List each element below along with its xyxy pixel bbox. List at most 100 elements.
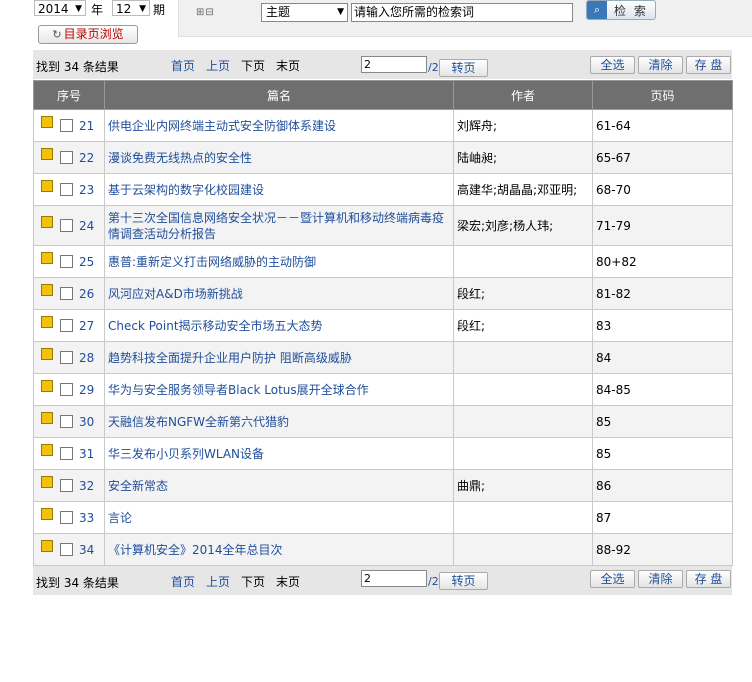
row-title-cell: 趋势科技全面提升企业用户防护 阻断高级威胁: [104, 341, 454, 374]
row-pages-cell: 81-82: [592, 277, 733, 310]
row-number: 33: [79, 510, 95, 525]
article-title-link[interactable]: 风河应对A&D市场新挑战: [108, 287, 243, 301]
result-count: 找到 34 条结果: [36, 60, 119, 74]
select-all-button[interactable]: 全选: [590, 570, 635, 588]
row-title-cell: Check Point揭示移动安全市场五大态势: [104, 309, 454, 342]
article-title-link[interactable]: 惠普:重新定义打击网络威胁的主动防御: [108, 255, 316, 269]
row-checkbox[interactable]: [60, 414, 73, 428]
row-pages-cell: 71-79: [592, 205, 733, 246]
article-title-link[interactable]: 华为与安全服务领导者Black Lotus展开全球合作: [108, 383, 369, 397]
search-field-value: 主题: [266, 5, 291, 19]
search-button[interactable]: ⌕ 检 索: [586, 0, 656, 20]
first-page-link[interactable]: 首页: [171, 573, 195, 590]
row-author-cell: [453, 341, 593, 374]
go-page-button[interactable]: 转页: [439, 59, 488, 77]
row-title-cell: 惠普:重新定义打击网络威胁的主动防御: [104, 245, 454, 278]
document-icon[interactable]: [41, 507, 53, 520]
row-number: 34: [79, 542, 95, 557]
row-number: 21: [79, 118, 95, 133]
document-icon[interactable]: [41, 315, 53, 328]
article-title-link[interactable]: 华三发布小贝系列WLAN设备: [108, 447, 264, 461]
row-pages-cell: 86: [592, 469, 733, 502]
article-title-link[interactable]: 《计算机安全》2014全年总目次: [108, 543, 283, 557]
row-author-cell: [453, 437, 593, 470]
row-title-cell: 华为与安全服务领导者Black Lotus展开全球合作: [104, 373, 454, 406]
search-field-select[interactable]: 主题 ▼: [261, 3, 348, 22]
article-title-link[interactable]: 供电企业内网终端主动式安全防御体系建设: [108, 119, 336, 133]
document-icon[interactable]: [41, 283, 53, 296]
article-title-link[interactable]: 基于云架构的数字化校园建设: [108, 183, 264, 197]
table-row: 31 华三发布小贝系列WLAN设备 85: [33, 437, 733, 470]
row-checkbox[interactable]: [60, 350, 73, 364]
document-icon[interactable]: [41, 147, 53, 160]
row-author-cell: 段红;: [453, 277, 593, 310]
document-icon[interactable]: [41, 379, 53, 392]
row-checkbox[interactable]: [60, 118, 73, 132]
document-icon[interactable]: [41, 115, 53, 128]
document-icon[interactable]: [41, 475, 53, 488]
row-checkbox[interactable]: [60, 382, 73, 396]
row-checkbox[interactable]: [60, 478, 73, 492]
prev-page-link[interactable]: 上页: [206, 573, 230, 590]
document-icon[interactable]: [41, 251, 53, 264]
row-pages-cell: 85: [592, 405, 733, 438]
row-title-cell: 漫谈免费无线热点的安全性: [104, 141, 454, 174]
row-author-cell: 梁宏;刘彦;杨人玮;: [453, 205, 593, 246]
clear-button[interactable]: 清除: [638, 570, 683, 588]
article-title-link[interactable]: 趋势科技全面提升企业用户防护 阻断高级威胁: [108, 351, 352, 365]
row-checkbox[interactable]: [60, 218, 73, 232]
table-row: 28 趋势科技全面提升企业用户防护 阻断高级威胁 84: [33, 341, 733, 374]
clear-button[interactable]: 清除: [638, 56, 683, 74]
row-title-cell: 华三发布小贝系列WLAN设备: [104, 437, 454, 470]
page-number-input[interactable]: 2: [361, 56, 427, 73]
row-pages-cell: 61-64: [592, 109, 733, 142]
issue-label: 期: [153, 3, 166, 17]
document-icon[interactable]: [41, 215, 53, 228]
row-author-cell: 刘辉舟;: [453, 109, 593, 142]
issue-select[interactable]: 12 ▼: [112, 0, 150, 16]
row-checkbox[interactable]: [60, 510, 73, 524]
row-pages-cell: 65-67: [592, 141, 733, 174]
row-index-cell: 32: [33, 469, 105, 502]
prev-page-link[interactable]: 上页: [206, 57, 230, 74]
results-table: 序号 篇名 作者 页码 21 供电企业内网终端主动式安全防御体系建设 刘辉舟; 61-…: [33, 80, 733, 566]
row-checkbox[interactable]: [60, 182, 73, 196]
row-title-cell: 《计算机安全》2014全年总目次: [104, 533, 454, 566]
row-pages-cell: 88-92: [592, 533, 733, 566]
article-title-link[interactable]: 漫谈免费无线热点的安全性: [108, 151, 252, 165]
document-icon[interactable]: [41, 539, 53, 552]
row-title-cell: 言论: [104, 501, 454, 534]
first-page-link[interactable]: 首页: [171, 57, 195, 74]
next-page-text: 下页: [241, 575, 266, 589]
save-button[interactable]: 存 盘: [686, 56, 731, 74]
document-icon[interactable]: [41, 179, 53, 192]
row-checkbox[interactable]: [60, 286, 73, 300]
page-number-input[interactable]: 2: [361, 570, 427, 587]
select-all-button[interactable]: 全选: [590, 56, 635, 74]
article-title-link[interactable]: Check Point揭示移动安全市场五大态势: [108, 319, 323, 333]
year-select[interactable]: 2014 ▼: [34, 0, 86, 16]
row-checkbox[interactable]: [60, 542, 73, 556]
article-title-link[interactable]: 第十三次全国信息网络安全状况－－暨计算机和移动终端病毒疫情调查活动分析报告: [108, 211, 444, 241]
document-icon[interactable]: [41, 347, 53, 360]
row-checkbox[interactable]: [60, 318, 73, 332]
pager-bottom: 找到 34 条结果 首页 上页 下页 末页 2 /2 转页 全选 清除 存 盘: [33, 566, 732, 595]
row-checkbox[interactable]: [60, 150, 73, 164]
row-index-cell: 30: [33, 405, 105, 438]
row-checkbox[interactable]: [60, 254, 73, 268]
document-icon[interactable]: [41, 443, 53, 456]
toc-browse-button[interactable]: ↻ 目录页浏览: [38, 25, 138, 44]
row-title-cell: 供电企业内网终端主动式安全防御体系建设: [104, 109, 454, 142]
article-title-link[interactable]: 安全新常态: [108, 479, 168, 493]
row-checkbox[interactable]: [60, 446, 73, 460]
row-index-cell: 27: [33, 309, 105, 342]
expand-collapse-icon[interactable]: ⊞⊟: [196, 7, 215, 18]
save-button[interactable]: 存 盘: [686, 570, 731, 588]
article-title-link[interactable]: 言论: [108, 511, 132, 525]
keyword-input[interactable]: 请输入您所需的检索词: [351, 3, 573, 22]
document-icon[interactable]: [41, 411, 53, 424]
table-row: 24 第十三次全国信息网络安全状况－－暨计算机和移动终端病毒疫情调查活动分析报告梁…: [33, 205, 733, 246]
go-page-button[interactable]: 转页: [439, 572, 488, 590]
article-title-link[interactable]: 天融信发布NGFW全新第六代猎豹: [108, 415, 289, 429]
row-author-cell: 曲鼎;: [453, 469, 593, 502]
